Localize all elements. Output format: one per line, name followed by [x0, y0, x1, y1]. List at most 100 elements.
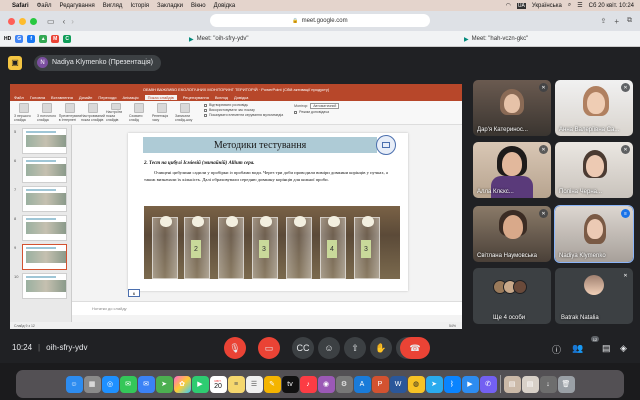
maps-icon[interactable]: ➤	[155, 375, 173, 393]
ribbon-tab-file[interactable]: Файл	[14, 95, 24, 100]
recent-document-icon[interactable]: ▤	[521, 375, 539, 393]
slide-canvas[interactable]: Методики тестування 2. Тест на цибулі Іс…	[128, 133, 408, 291]
new-tab-icon[interactable]: +	[614, 17, 619, 26]
notes-pane[interactable]: Нотатки до слайду	[72, 301, 462, 315]
minimize-window-icon[interactable]	[19, 17, 26, 25]
zoom-icon[interactable]: ▶	[461, 375, 479, 393]
present-button[interactable]: ⇧	[344, 337, 366, 359]
calendar-icon[interactable]: КВІТ. 20	[209, 375, 227, 393]
more-participants-tile[interactable]: Ще 4 особи	[473, 268, 551, 324]
menu-file[interactable]: Файл	[37, 3, 52, 9]
podcasts-icon[interactable]: ◉	[317, 375, 335, 393]
menubar-clock[interactable]: Сб 20 квіт. 10:24	[589, 3, 634, 9]
setup-show-button[interactable]: Настроїти показ слайдів	[106, 103, 126, 122]
safari-icon[interactable]: ◎	[101, 375, 119, 393]
trash-icon[interactable]: 🗑	[557, 375, 575, 393]
participant-tile[interactable]: ✕ Алла Клєкс...	[473, 142, 551, 198]
menu-bookmarks[interactable]: Закладки	[157, 3, 183, 9]
sidebar-toggle-icon[interactable]: ▭	[47, 17, 55, 26]
slide-thumbnail[interactable]: 8	[14, 215, 67, 241]
slide-thumbnail[interactable]: 10	[14, 273, 67, 299]
wifi-icon[interactable]: ◠	[506, 2, 511, 9]
forward-icon[interactable]: ›	[71, 17, 74, 26]
freeform-icon[interactable]: ✎	[263, 375, 281, 393]
menu-help[interactable]: Довідка	[214, 3, 236, 9]
back-icon[interactable]: ‹	[63, 17, 66, 26]
activities-icon[interactable]: ◈	[620, 343, 627, 354]
participant-tile[interactable]: ✕ Світлана Наумовська	[473, 206, 551, 262]
emoji-button[interactable]: ☺	[318, 337, 340, 359]
bookmark-hd[interactable]: HD	[4, 36, 11, 42]
tab-meet-1[interactable]: ▶ Meet: "oih-sfry-ydv"	[185, 33, 345, 45]
keyboard-layout[interactable]: Українська	[532, 3, 562, 9]
menu-edit[interactable]: Редагування	[59, 3, 94, 9]
menu-history[interactable]: Історія	[130, 3, 149, 9]
show-media-controls-checkbox[interactable]: Показувати елементи керування мультимеді…	[204, 113, 283, 117]
tab-overview-icon[interactable]: ⧉	[627, 17, 632, 25]
menu-view[interactable]: Вигляд	[103, 3, 123, 9]
ribbon-tab-review[interactable]: Рецензування	[183, 95, 209, 100]
close-window-icon[interactable]	[8, 17, 15, 25]
bookmark-gmail-icon[interactable]: M	[51, 34, 60, 43]
present-online-button[interactable]: Презентувати в Інтернеті	[59, 103, 81, 122]
monitor-select[interactable]: Автоматичний	[310, 103, 340, 109]
word-icon[interactable]: W	[389, 375, 407, 393]
downloads-folder-icon[interactable]: ↓	[539, 375, 557, 393]
hide-slide-button[interactable]: Сховати слайд	[129, 103, 149, 122]
camera-button[interactable]: ▭	[258, 337, 280, 359]
from-beginning-button[interactable]: З першого слайда	[14, 103, 34, 122]
ribbon-tab-design[interactable]: Дизайн	[79, 95, 92, 100]
bookmark-classroom-icon[interactable]: C	[63, 34, 72, 43]
bookmark-drive-icon[interactable]: ▲	[39, 34, 48, 43]
rehearse-timings-button[interactable]: Репетиція часу	[152, 103, 172, 122]
viber-icon[interactable]: ✆	[479, 375, 497, 393]
powerpoint-icon[interactable]: P	[371, 375, 389, 393]
slide-thumbnail-selected[interactable]: 9	[14, 244, 67, 270]
reminders-icon[interactable]: ☰	[245, 375, 263, 393]
maximize-window-icon[interactable]	[30, 17, 37, 25]
share-icon[interactable]: ⇪	[600, 17, 606, 25]
ribbon-tab-insert[interactable]: Вставлення	[51, 95, 73, 100]
slide-thumbnail[interactable]: 5	[14, 128, 67, 154]
ribbon-tab-slideshow[interactable]: Показ слайдів	[144, 95, 177, 100]
participant-tile[interactable]: ✕ Анна Валеріївна Са...	[555, 80, 633, 136]
app-store-icon[interactable]: A	[353, 375, 371, 393]
address-bar[interactable]: 🔒 meet.google.com	[210, 14, 430, 27]
captions-button[interactable]: CC	[292, 337, 314, 359]
custom-show-button[interactable]: Настроюваний показ слайдів	[81, 103, 105, 122]
use-timings-checkbox[interactable]: Використовувати час показу	[204, 108, 283, 112]
search-icon[interactable]: ⌕	[568, 2, 571, 9]
apple-tv-icon[interactable]: tv	[281, 375, 299, 393]
recent-document-icon[interactable]: ▤	[503, 375, 521, 393]
record-slideshow-button[interactable]: Записати слайд-шоу	[175, 103, 195, 122]
chat-icon[interactable]: ▤	[602, 343, 611, 354]
presenter-view-checkbox[interactable]: Режим доповідача	[294, 110, 339, 114]
photos-icon[interactable]: ✿	[173, 375, 191, 393]
messages-icon[interactable]: ✉	[119, 375, 137, 393]
launchpad-icon[interactable]: ▦	[83, 375, 101, 393]
people-icon[interactable]: 👥	[572, 343, 583, 354]
input-source-icon[interactable]: UA	[516, 2, 526, 9]
music-icon[interactable]: ♪	[299, 375, 317, 393]
finder-icon[interactable]: ☺	[65, 375, 83, 393]
raise-hand-button[interactable]: ✋	[370, 337, 392, 359]
control-center-icon[interactable]: ☰	[577, 2, 582, 9]
participant-tile[interactable]: ✕ Поліна Черна...	[555, 142, 633, 198]
telegram-icon[interactable]: ➤	[425, 375, 443, 393]
menu-window[interactable]: Вікно	[191, 3, 206, 9]
ribbon-tab-transitions[interactable]: Переходи	[98, 95, 116, 100]
chrome-icon[interactable]: ◍	[407, 375, 425, 393]
ribbon-tab-home[interactable]: Головна	[30, 95, 45, 100]
bluetooth-icon[interactable]: ᛒ	[443, 375, 461, 393]
participant-tile-active[interactable]: ≡ Nadiya Klymenko	[554, 205, 634, 263]
from-current-button[interactable]: З поточного слайда	[37, 103, 57, 122]
notes-icon[interactable]: ≡	[227, 375, 245, 393]
slide-thumbnail[interactable]: 6	[14, 157, 67, 183]
zoom-level[interactable]: 54%	[449, 324, 456, 328]
menu-safari[interactable]: Safari	[12, 3, 29, 9]
ribbon-tab-animations[interactable]: Анімація	[122, 95, 138, 100]
participant-tile[interactable]: ✕ Дар'я Катеринос...	[473, 80, 551, 136]
bookmark-facebook-icon[interactable]: f	[27, 34, 36, 43]
ribbon-tab-view[interactable]: Вигляд	[215, 95, 228, 100]
presenter-chip[interactable]: N Nadiya Klymenko (Презентація)	[34, 54, 162, 71]
